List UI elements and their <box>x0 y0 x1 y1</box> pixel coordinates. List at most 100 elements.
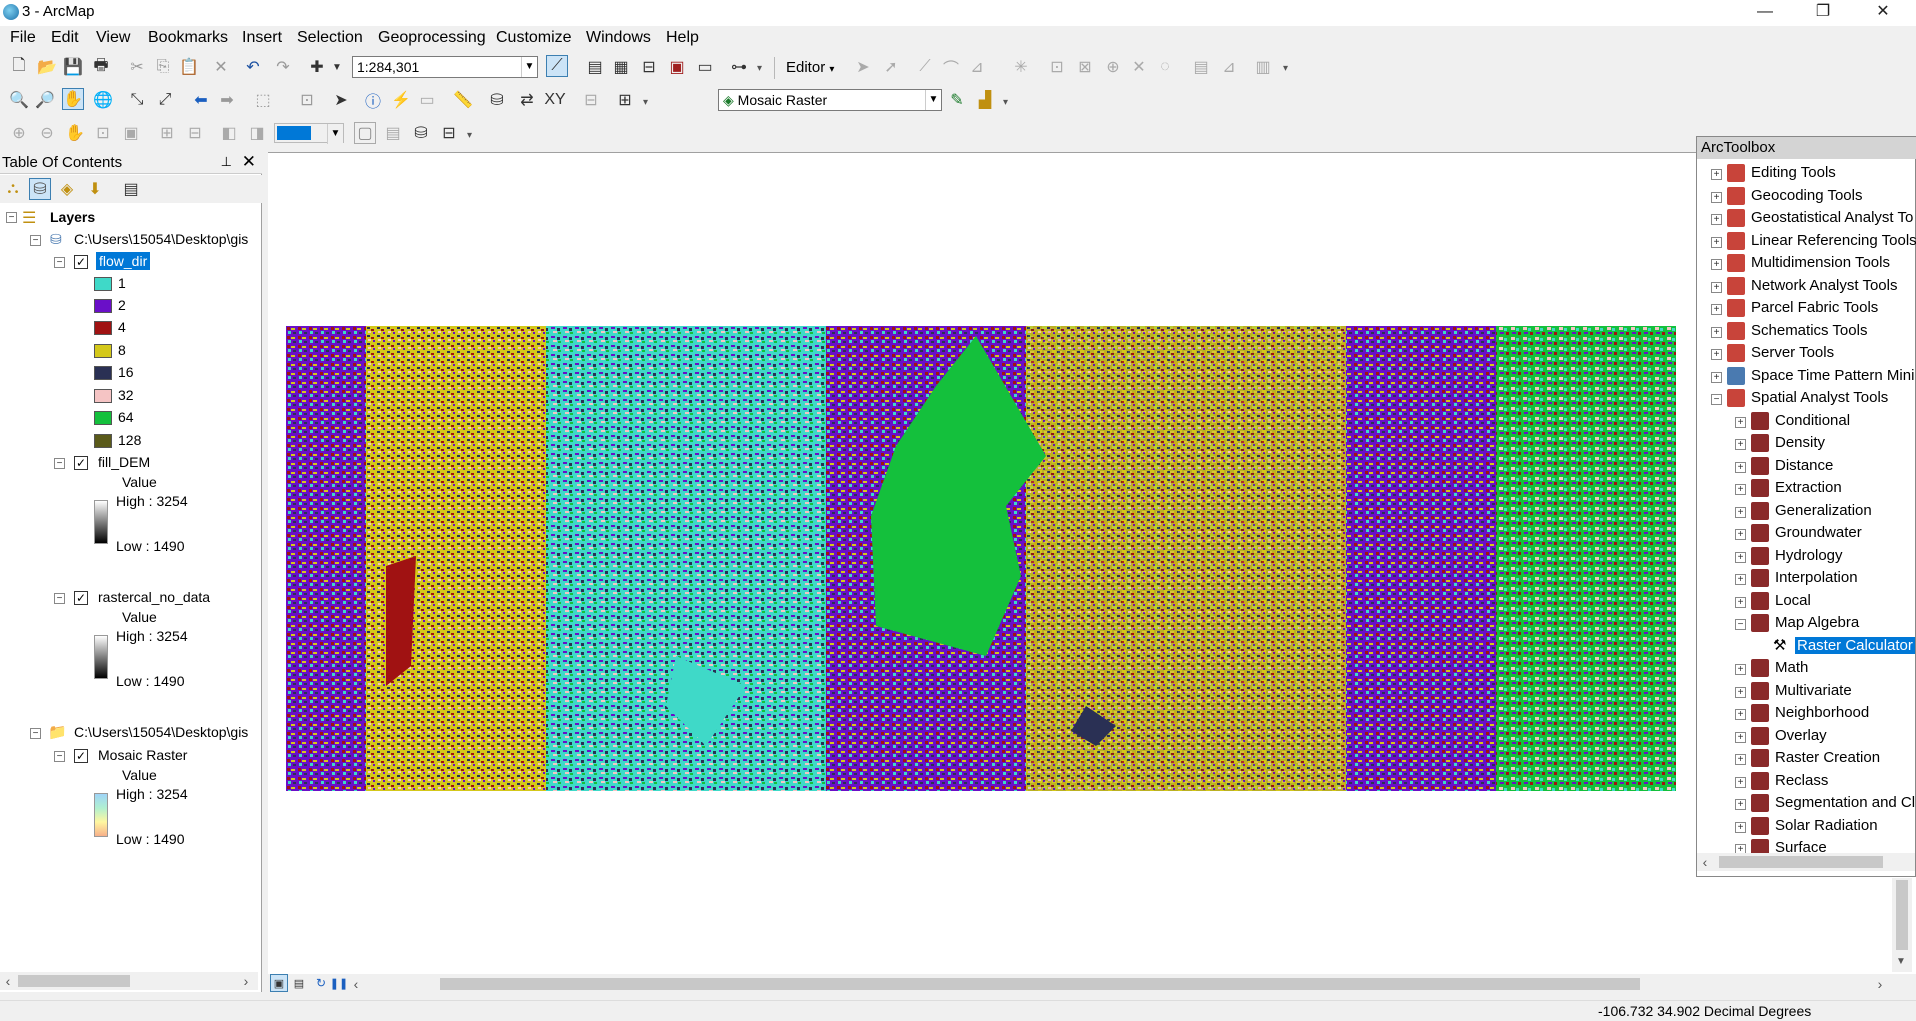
scroll-left-icon[interactable]: ‹ <box>348 975 364 993</box>
layout-view-icon[interactable]: ▤ <box>290 974 308 992</box>
open-icon[interactable]: 📂 <box>36 56 58 78</box>
layout-forward-icon[interactable]: ◨ <box>246 122 268 144</box>
create-features-icon[interactable]: ▥ <box>1252 56 1274 78</box>
chevron-down-icon[interactable]: ▼ <box>521 57 537 77</box>
source-group-1[interactable]: − ⛁ C:\Users\15054\Desktop\gis <box>0 230 260 250</box>
search-window-icon[interactable]: ⊟ <box>638 56 660 78</box>
layout-back-icon[interactable]: ◧ <box>218 122 240 144</box>
expand-icon[interactable]: + <box>1711 214 1722 225</box>
toolbox-parcel-fabric[interactable]: + Parcel Fabric Tools <box>1697 298 1916 320</box>
expand-icon[interactable]: + <box>1735 732 1746 743</box>
toolbox-horizontal-scrollbar[interactable]: ‹ <box>1697 853 1915 871</box>
layer-flow-dir[interactable]: − ✓ flow_dir <box>0 252 260 272</box>
toolset-surface[interactable]: + Surface <box>1697 838 1916 853</box>
expand-icon[interactable]: + <box>1711 372 1722 383</box>
data-driven-pages-icon[interactable]: ⊟ <box>438 122 460 144</box>
expand-icon[interactable]: + <box>1735 574 1746 585</box>
menu-file[interactable]: File <box>10 29 36 47</box>
editor-menu[interactable]: Editor ▾ <box>786 59 834 76</box>
catalog-icon[interactable]: ▦ <box>610 56 632 78</box>
expand-icon[interactable]: + <box>1735 822 1746 833</box>
fixed-zoom-out-icon[interactable]: ⤢ <box>154 89 176 111</box>
list-by-selection-icon[interactable]: ⬇ <box>84 178 106 200</box>
toolbox-geocoding-tools[interactable]: + Geocoding Tools <box>1697 186 1916 208</box>
clear-selection-icon[interactable]: ⊡ <box>296 89 318 111</box>
toolset-local[interactable]: + Local <box>1697 591 1916 613</box>
delete-icon[interactable]: ✕ <box>210 56 232 78</box>
toolbar-grip-icon[interactable]: ▾ <box>1283 63 1291 77</box>
tool-raster-calculator[interactable]: ⚒ Raster Calculator <box>1697 636 1916 658</box>
toolbox-space-time-pattern[interactable]: + Space Time Pattern Mini <box>1697 366 1916 388</box>
collapse-icon[interactable]: − <box>54 458 65 469</box>
html-popup-icon[interactable]: ▭ <box>416 89 438 111</box>
expand-icon[interactable]: + <box>1735 709 1746 720</box>
layer-visibility-checkbox[interactable]: ✓ <box>74 255 88 269</box>
toolset-raster-creation[interactable]: + Raster Creation <box>1697 748 1916 770</box>
rotate-icon[interactable]: ⊡ <box>1046 56 1068 78</box>
toggle-draft-icon[interactable]: ▢ <box>354 122 376 144</box>
toolset-groundwater[interactable]: + Groundwater <box>1697 523 1916 545</box>
toolbox-linear-referencing[interactable]: + Linear Referencing Tools <box>1697 231 1916 253</box>
pan-icon[interactable]: ✋ <box>62 88 84 110</box>
chevron-down-icon[interactable]: ▼ <box>327 124 343 144</box>
close-icon[interactable]: ✕ <box>242 152 256 172</box>
collapse-icon[interactable]: − <box>30 235 41 246</box>
collapse-icon[interactable]: − <box>30 728 41 739</box>
scroll-right-icon[interactable]: › <box>1872 975 1888 993</box>
layer-visibility-checkbox[interactable]: ✓ <box>74 456 88 470</box>
redo-icon[interactable]: ↷ <box>272 56 294 78</box>
save-icon[interactable]: 💾 <box>62 56 84 78</box>
cut-icon[interactable]: ✂ <box>126 56 148 78</box>
identify-icon[interactable]: ⓘ <box>362 89 384 111</box>
scroll-down-icon[interactable]: ▼ <box>1896 956 1906 967</box>
hyperlink-icon[interactable]: ⚡ <box>390 89 412 111</box>
expand-icon[interactable]: + <box>1711 192 1722 203</box>
find-route-icon[interactable]: ⇄ <box>516 89 538 111</box>
scrollbar-thumb[interactable] <box>1896 880 1908 950</box>
expand-icon[interactable]: + <box>1735 507 1746 518</box>
layout-zoom-out-icon[interactable]: ⊖ <box>36 122 58 144</box>
collapse-icon[interactable]: − <box>54 593 65 604</box>
minimize-icon[interactable]: — <box>1742 0 1788 26</box>
collapse-icon[interactable]: − <box>54 751 65 762</box>
add-data-dropdown-icon[interactable]: ▼ <box>326 56 348 78</box>
toolset-conditional[interactable]: + Conditional <box>1697 411 1916 433</box>
attributes-icon[interactable]: ▤ <box>1190 56 1212 78</box>
toolset-extraction[interactable]: + Extraction <box>1697 478 1916 500</box>
cut-polygons-icon[interactable]: ⊠ <box>1074 56 1096 78</box>
refresh-icon[interactable]: ↻ <box>312 974 330 992</box>
scroll-left-icon[interactable]: ‹ <box>0 972 16 990</box>
sketch-icon[interactable]: ⊿ <box>1218 56 1240 78</box>
expand-icon[interactable]: + <box>1735 552 1746 563</box>
expand-icon[interactable]: + <box>1735 777 1746 788</box>
reshape-icon[interactable]: ✕ <box>1128 56 1150 78</box>
expand-icon[interactable]: + <box>1735 484 1746 495</box>
expand-icon[interactable]: + <box>1735 687 1746 698</box>
scroll-right-icon[interactable]: › <box>238 972 254 990</box>
map-vertical-scrollbar[interactable]: ▼ <box>1892 878 1912 972</box>
go-forward-icon[interactable]: ➡ <box>216 89 238 111</box>
layout-actual-size-icon[interactable]: ▣ <box>120 122 142 144</box>
sketch-properties-icon[interactable]: ◌ <box>1154 56 1176 78</box>
source-group-2[interactable]: − 📁 C:\Users\15054\Desktop\gis <box>0 723 260 743</box>
select-features-icon[interactable]: ⬚ <box>252 89 274 111</box>
zoom-out-icon[interactable]: 🔎 <box>34 89 56 111</box>
toolset-neighborhood[interactable]: + Neighborhood <box>1697 703 1916 725</box>
find-icon[interactable]: ⛁ <box>486 89 508 111</box>
collapse-icon[interactable]: − <box>1735 619 1746 630</box>
toolset-reclass[interactable]: + Reclass <box>1697 771 1916 793</box>
go-back-icon[interactable]: ⬅ <box>190 89 212 111</box>
collapse-icon[interactable]: − <box>6 212 17 223</box>
expand-icon[interactable]: + <box>1735 462 1746 473</box>
close-icon[interactable]: ✕ <box>1860 0 1906 26</box>
menu-selection[interactable]: Selection <box>297 29 363 47</box>
scrollbar-thumb[interactable] <box>1719 856 1883 868</box>
layer-rastercal-no-data[interactable]: − ✓ rastercal_no_data <box>0 588 260 608</box>
restore-icon[interactable]: ❐ <box>1800 0 1846 26</box>
split-tool-icon[interactable]: ✳ <box>1010 56 1032 78</box>
model-builder-icon[interactable]: ⊶ <box>728 56 750 78</box>
select-elements-icon[interactable]: ➤ <box>330 89 352 111</box>
toolbox-schematics[interactable]: + Schematics Tools <box>1697 321 1916 343</box>
layer-visibility-checkbox[interactable]: ✓ <box>74 591 88 605</box>
go-to-xy-icon[interactable]: XY <box>544 89 566 111</box>
